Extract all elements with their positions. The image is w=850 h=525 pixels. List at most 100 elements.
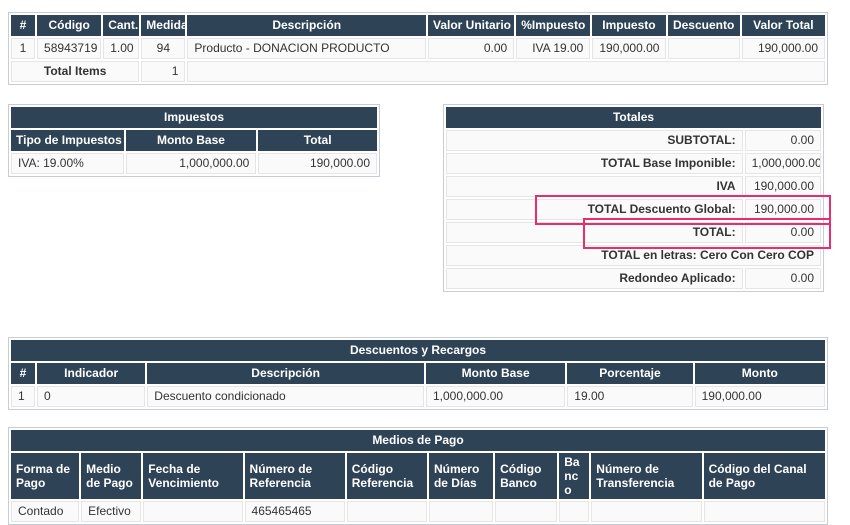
iva-value: 190,000.00 [745, 176, 821, 197]
impuestos-header-total: Total [258, 130, 377, 151]
medios-header-canal-pago: Código del Canal de Pago [704, 453, 825, 499]
medios-title: Medios de Pago [11, 430, 825, 451]
descuentos-header-row: # Indicador Descripción Monto Base Porce… [11, 363, 825, 384]
impuestos-header-monto-base: Monto Base [126, 130, 257, 151]
descuentos-header-indicador: Indicador [37, 363, 145, 384]
descuentos-title-row: Descuentos y Recargos [11, 340, 825, 361]
medios-pago-table: Medios de Pago Forma de Pago Medio de Pa… [8, 427, 828, 525]
impuesto-monto-base: 1,000,000.00 [126, 153, 257, 174]
totales-row-total: TOTAL: 0.00 [446, 222, 821, 243]
descuentos-header-monto: Monto [695, 363, 825, 384]
total-label: TOTAL: [446, 222, 743, 243]
medio-numero-dias [429, 501, 493, 522]
descuentos-header-monto-base: Monto Base [426, 363, 565, 384]
redondeo-value: 0.00 [745, 268, 821, 289]
medios-header-codigo-banco: Código Banco [495, 453, 557, 499]
invoice-detail-page: # Código Cant. Medida Descripción Valor … [0, 0, 850, 525]
medio-numero-referencia: 465465465 [245, 501, 345, 522]
impuesto-total: 190,000.00 [258, 153, 377, 174]
medio-codigo-referencia [347, 501, 427, 522]
items-table: # Código Cant. Medida Descripción Valor … [8, 12, 828, 85]
medios-header-row: Forma de Pago Medio de Pago Fecha de Ven… [11, 453, 825, 499]
medios-header-numero-transferencia: Número de Transferencia [591, 453, 701, 499]
item-codigo: 58943719 [37, 38, 101, 59]
total-items-label: Total Items [11, 61, 139, 82]
medio-banco [559, 501, 589, 522]
items-header-impuesto-pct: %Impuesto [516, 15, 590, 36]
descuento-num: 1 [11, 386, 35, 407]
items-header-valor-unitario: Valor Unitario [428, 15, 514, 36]
item-impuesto: 190,000.00 [592, 38, 665, 59]
item-num: 1 [11, 38, 35, 59]
descuentos-title: Descuentos y Recargos [11, 340, 825, 361]
items-header-valor-total: Valor Total [742, 15, 825, 36]
descuentos-header-descripcion: Descripción [147, 363, 424, 384]
impuestos-header-row: Tipo de Impuestos Monto Base Total [11, 130, 377, 151]
item-valor-total: 190,000.00 [742, 38, 825, 59]
medios-header-banco: Banco [559, 453, 589, 499]
items-header-cantidad: Cant. [103, 15, 139, 36]
medio-codigo-banco [495, 501, 557, 522]
descuentos-row: 1 0 Descuento condicionado 1,000,000.00 … [11, 386, 825, 407]
descuento-monto: 190,000.00 [695, 386, 825, 407]
items-header-codigo: Código [37, 15, 101, 36]
medio-canal-pago [704, 501, 825, 522]
totales-row-base-imponible: TOTAL Base Imponible: 1,000,000.00 [446, 153, 821, 174]
totales-row-iva: IVA 190,000.00 [446, 176, 821, 197]
iva-label: IVA [446, 176, 743, 197]
items-header-num: # [11, 15, 35, 36]
medios-header-medio-pago: Medio de Pago [81, 453, 141, 499]
subtotal-label: SUBTOTAL: [446, 130, 743, 151]
total-items-value: 1 [141, 61, 185, 82]
total-value: 0.00 [745, 222, 821, 243]
items-header-impuesto: Impuesto [592, 15, 665, 36]
medios-header-forma-pago: Forma de Pago [11, 453, 79, 499]
items-header-medida: Medida [141, 15, 185, 36]
medio-fecha-vencimiento [143, 501, 242, 522]
descuento-porcentaje: 19.00 [567, 386, 692, 407]
base-imponible-label: TOTAL Base Imponible: [446, 153, 743, 174]
items-header-descuento: Descuento [668, 15, 740, 36]
descuento-indicador: 0 [37, 386, 145, 407]
base-imponible-value: 1,000,000.00 [745, 153, 821, 174]
items-total-row: Total Items 1 [11, 61, 825, 82]
impuestos-title-row: Impuestos [11, 107, 377, 128]
impuestos-title: Impuestos [11, 107, 377, 128]
items-row: 1 58943719 1.00 94 Producto - DONACION P… [11, 38, 825, 59]
descuento-descripcion: Descuento condicionado [147, 386, 424, 407]
item-medida: 94 [141, 38, 185, 59]
total-en-letras: TOTAL en letras: Cero Con Cero COP [446, 245, 821, 266]
totales-row-subtotal: SUBTOTAL: 0.00 [446, 130, 821, 151]
medios-header-numero-dias: Número de Días [429, 453, 493, 499]
descuento-monto-base: 1,000,000.00 [426, 386, 565, 407]
medios-header-fecha-vencimiento: Fecha de Vencimiento [143, 453, 242, 499]
medios-row: Contado Efectivo 465465465 [11, 501, 825, 522]
items-header-row: # Código Cant. Medida Descripción Valor … [11, 15, 825, 36]
item-descuento [668, 38, 740, 59]
items-header-descripcion: Descripción [187, 15, 426, 36]
totales-row-descuento-global: TOTAL Descuento Global: 190,000.00 [446, 199, 821, 220]
descuento-global-label: TOTAL Descuento Global: [446, 199, 743, 220]
descuentos-header-porcentaje: Porcentaje [567, 363, 692, 384]
descuentos-header-num: # [11, 363, 35, 384]
item-valor-unitario: 0.00 [428, 38, 514, 59]
impuesto-tipo: IVA: 19.00% [11, 153, 124, 174]
descuento-global-value: 190,000.00 [745, 199, 821, 220]
descuentos-table: Descuentos y Recargos # Indicador Descri… [8, 337, 828, 410]
impuestos-table: Impuestos Tipo de Impuestos Monto Base T… [8, 104, 380, 177]
totales-title: Totales [446, 107, 821, 128]
subtotal-value: 0.00 [745, 130, 821, 151]
totales-title-row: Totales [446, 107, 821, 128]
totales-table: Totales SUBTOTAL: 0.00 TOTAL Base Imponi… [443, 104, 824, 292]
item-cantidad: 1.00 [103, 38, 139, 59]
redondeo-label: Redondeo Aplicado: [446, 268, 743, 289]
medio-forma-pago: Contado [11, 501, 79, 522]
medios-header-numero-referencia: Número de Referencia [245, 453, 345, 499]
item-descripcion: Producto - DONACION PRODUCTO [187, 38, 426, 59]
medio-medio-pago: Efectivo [81, 501, 141, 522]
items-total-filler [187, 61, 825, 82]
medio-numero-transferencia [591, 501, 701, 522]
totales-row-redondeo: Redondeo Aplicado: 0.00 [446, 268, 821, 289]
medios-header-codigo-referencia: Código Referencia [347, 453, 427, 499]
impuestos-header-tipo: Tipo de Impuestos [11, 130, 124, 151]
